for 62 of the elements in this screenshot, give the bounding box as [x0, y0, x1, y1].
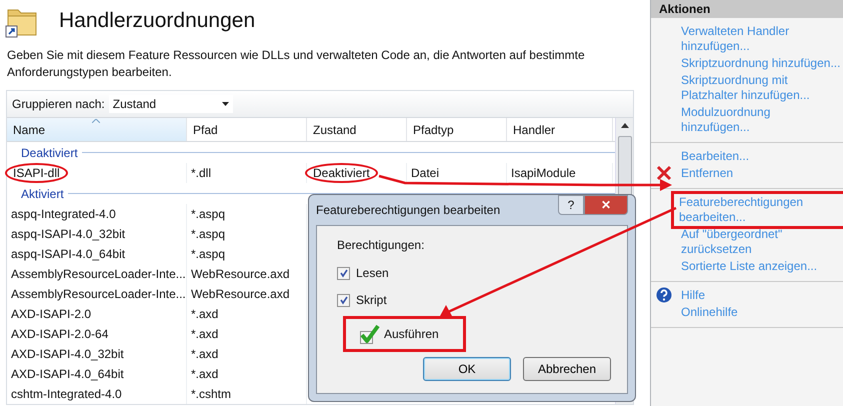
table-cell: *.axd [191, 367, 218, 381]
checkbox[interactable] [360, 324, 380, 344]
column-header[interactable]: Pfadtyp [407, 118, 507, 141]
table-cell: cshtm-Integrated-4.0 [11, 387, 122, 401]
table-cell: AXD-ISAPI-4.0_32bit [11, 347, 124, 361]
actions-header: Aktionen [651, 0, 843, 18]
table-cell: *.aspq [191, 247, 226, 261]
permissions-label: Berechtigungen: [337, 238, 426, 252]
help-button[interactable]: ? [558, 195, 584, 215]
dialog-button[interactable]: OK [423, 357, 511, 381]
action-link[interactable]: Bearbeiten... [681, 149, 750, 164]
table-cell: *.axd [191, 327, 218, 341]
table-cell: AXD-ISAPI-2.0 [11, 307, 92, 321]
table-cell: aspq-ISAPI-4.0_32bit [11, 227, 126, 241]
column-header[interactable]: Zustand [307, 118, 407, 141]
table-cell: ISAPI-dll [5, 163, 68, 183]
checkbox[interactable] [337, 294, 350, 306]
help-icon [656, 287, 672, 303]
action-link[interactable]: Modulzuordnung hinzufügen... [681, 105, 841, 135]
action-link[interactable]: Skriptzuordnung mit Platzhalter hinzufügen... [681, 73, 841, 103]
table-cell: *.aspq [191, 207, 226, 221]
table-cell: AXD-ISAPI-2.0-64 [11, 327, 108, 341]
table-cell: AssemblyResourceLoader-Inte... [11, 267, 186, 281]
table-cell: AXD-ISAPI-4.0_64bit [11, 367, 124, 381]
table-cell: *.aspq [191, 227, 226, 241]
table-cell: IsapiModule [511, 166, 576, 180]
group-header[interactable]: Aktiviert [21, 186, 64, 200]
table-cell: *.axd [191, 347, 218, 361]
table-cell: Datei [411, 166, 440, 180]
column-header[interactable]: Handler [507, 118, 613, 141]
action-link[interactable]: Onlinehilfe [681, 305, 738, 320]
remove-icon [656, 165, 672, 181]
action-link[interactable]: Auf "übergeordnet" zurücksetzen [681, 227, 841, 257]
column-header[interactable]: Name [7, 118, 187, 141]
action-link[interactable]: Verwalteten Handler hinzufügen... [681, 24, 841, 54]
page-description: Geben Sie mit diesem Feature Ressourcen wie DLLs und verwalteten Code an, die Antworten auf bestimmte Anforderungstypen bearbeiten. [7, 47, 586, 81]
page-title: Handlerzuordnungen [59, 9, 256, 33]
checkbox-label: Lesen [356, 266, 389, 280]
table-cell: aspq-ISAPI-4.0_64bit [11, 247, 126, 261]
dropdown-arrow-icon [222, 102, 229, 106]
table-cell: Deaktiviert [305, 163, 378, 183]
table-cell: *.dll [191, 166, 212, 180]
checkbox[interactable] [337, 266, 350, 280]
checkbox-label: Ausführen [384, 327, 439, 341]
column-header[interactable]: Pfad [187, 118, 307, 141]
table-cell: WebResource.axd [191, 267, 290, 281]
group-by-dropdown[interactable]: Zustand [108, 95, 233, 113]
action-link[interactable]: Entfernen [681, 166, 734, 181]
action-link[interactable]: Hilfe [681, 288, 706, 303]
table-cell: *.cshtm [191, 387, 232, 401]
dialog-title: Featureberechtigungen bearbeiten [316, 203, 500, 217]
action-link[interactable]: Skriptzuordnung hinzufügen... [681, 56, 840, 71]
close-button[interactable]: ✕ [584, 195, 628, 215]
table-cell: WebResource.axd [191, 287, 290, 301]
table-cell: AssemblyResourceLoader-Inte... [11, 287, 186, 301]
table-cell: aspq-Integrated-4.0 [11, 207, 116, 221]
group-by-label: Gruppieren nach: [12, 97, 105, 111]
action-link[interactable]: Sortierte Liste anzeigen... [681, 259, 818, 274]
dialog-button[interactable]: Abbrechen [523, 357, 611, 381]
checkbox-label: Skript [356, 293, 387, 307]
group-header[interactable]: Deaktiviert [21, 146, 78, 160]
table-cell: *.axd [191, 307, 218, 321]
